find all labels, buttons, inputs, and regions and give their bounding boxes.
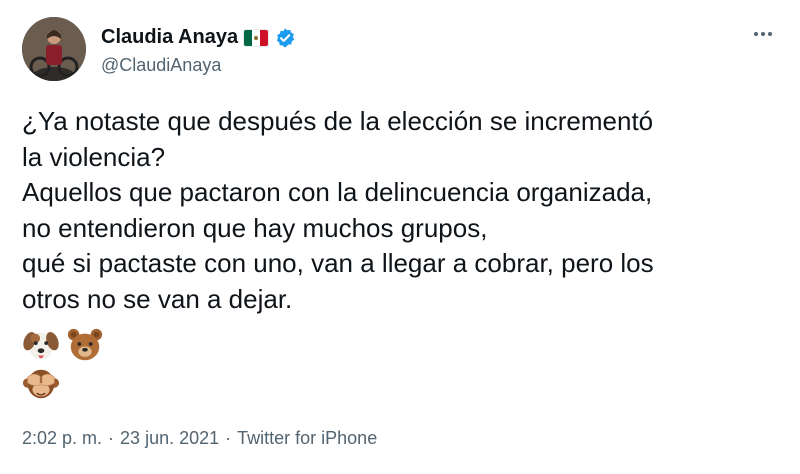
meta-separator: · <box>225 428 232 448</box>
see-no-evil-monkey-icon <box>22 369 60 399</box>
tweet-text-line: otros no se van a dejar. <box>22 283 293 314</box>
tweet-text: ¿Ya notaste que después de la elección s… <box>22 104 782 317</box>
avatar[interactable] <box>22 17 86 81</box>
author-handle[interactable]: @ClaudiAnaya <box>101 55 221 76</box>
tweet-text-line: qué si pactaste con uno, van a llegar a … <box>22 248 654 278</box>
tweet-date[interactable]: 23 jun. 2021 <box>120 428 219 449</box>
emoji-row <box>22 364 60 402</box>
tweet-text-line: la violencia? <box>22 141 166 172</box>
tweet-time[interactable]: 2:02 p. m. <box>22 428 102 449</box>
more-horizontal-icon <box>768 32 772 36</box>
dog-face-icon <box>23 332 59 360</box>
tweet-source-link[interactable]: Twitter for iPhone <box>237 428 377 449</box>
bear-face-icon <box>67 328 103 361</box>
tweet-text-line: ¿Ya notaste que después de la elección s… <box>22 106 654 136</box>
tweet-text-line: no entendieron que hay muchos grupos, <box>22 212 488 243</box>
tweet-card: Claudia Anaya @ClaudiAnaya ¿Ya notaste q… <box>0 0 800 474</box>
emoji-row <box>22 326 104 364</box>
more-horizontal-icon <box>761 32 765 36</box>
more-options-button[interactable] <box>748 24 778 44</box>
tweet-metadata: 2:02 p. m. · 23 jun. 2021 · Twitter for … <box>22 428 377 449</box>
author-name-row: Claudia Anaya <box>101 26 296 49</box>
verified-badge-icon <box>274 27 296 49</box>
avatar-photo-icon <box>22 17 86 81</box>
more-horizontal-icon <box>754 32 758 36</box>
author-display-name[interactable]: Claudia Anaya <box>101 26 238 49</box>
mexico-flag-icon <box>244 29 269 46</box>
meta-separator: · <box>108 428 115 448</box>
tweet-text-line: Aquellos que pactaron con la delincuenci… <box>22 177 653 207</box>
